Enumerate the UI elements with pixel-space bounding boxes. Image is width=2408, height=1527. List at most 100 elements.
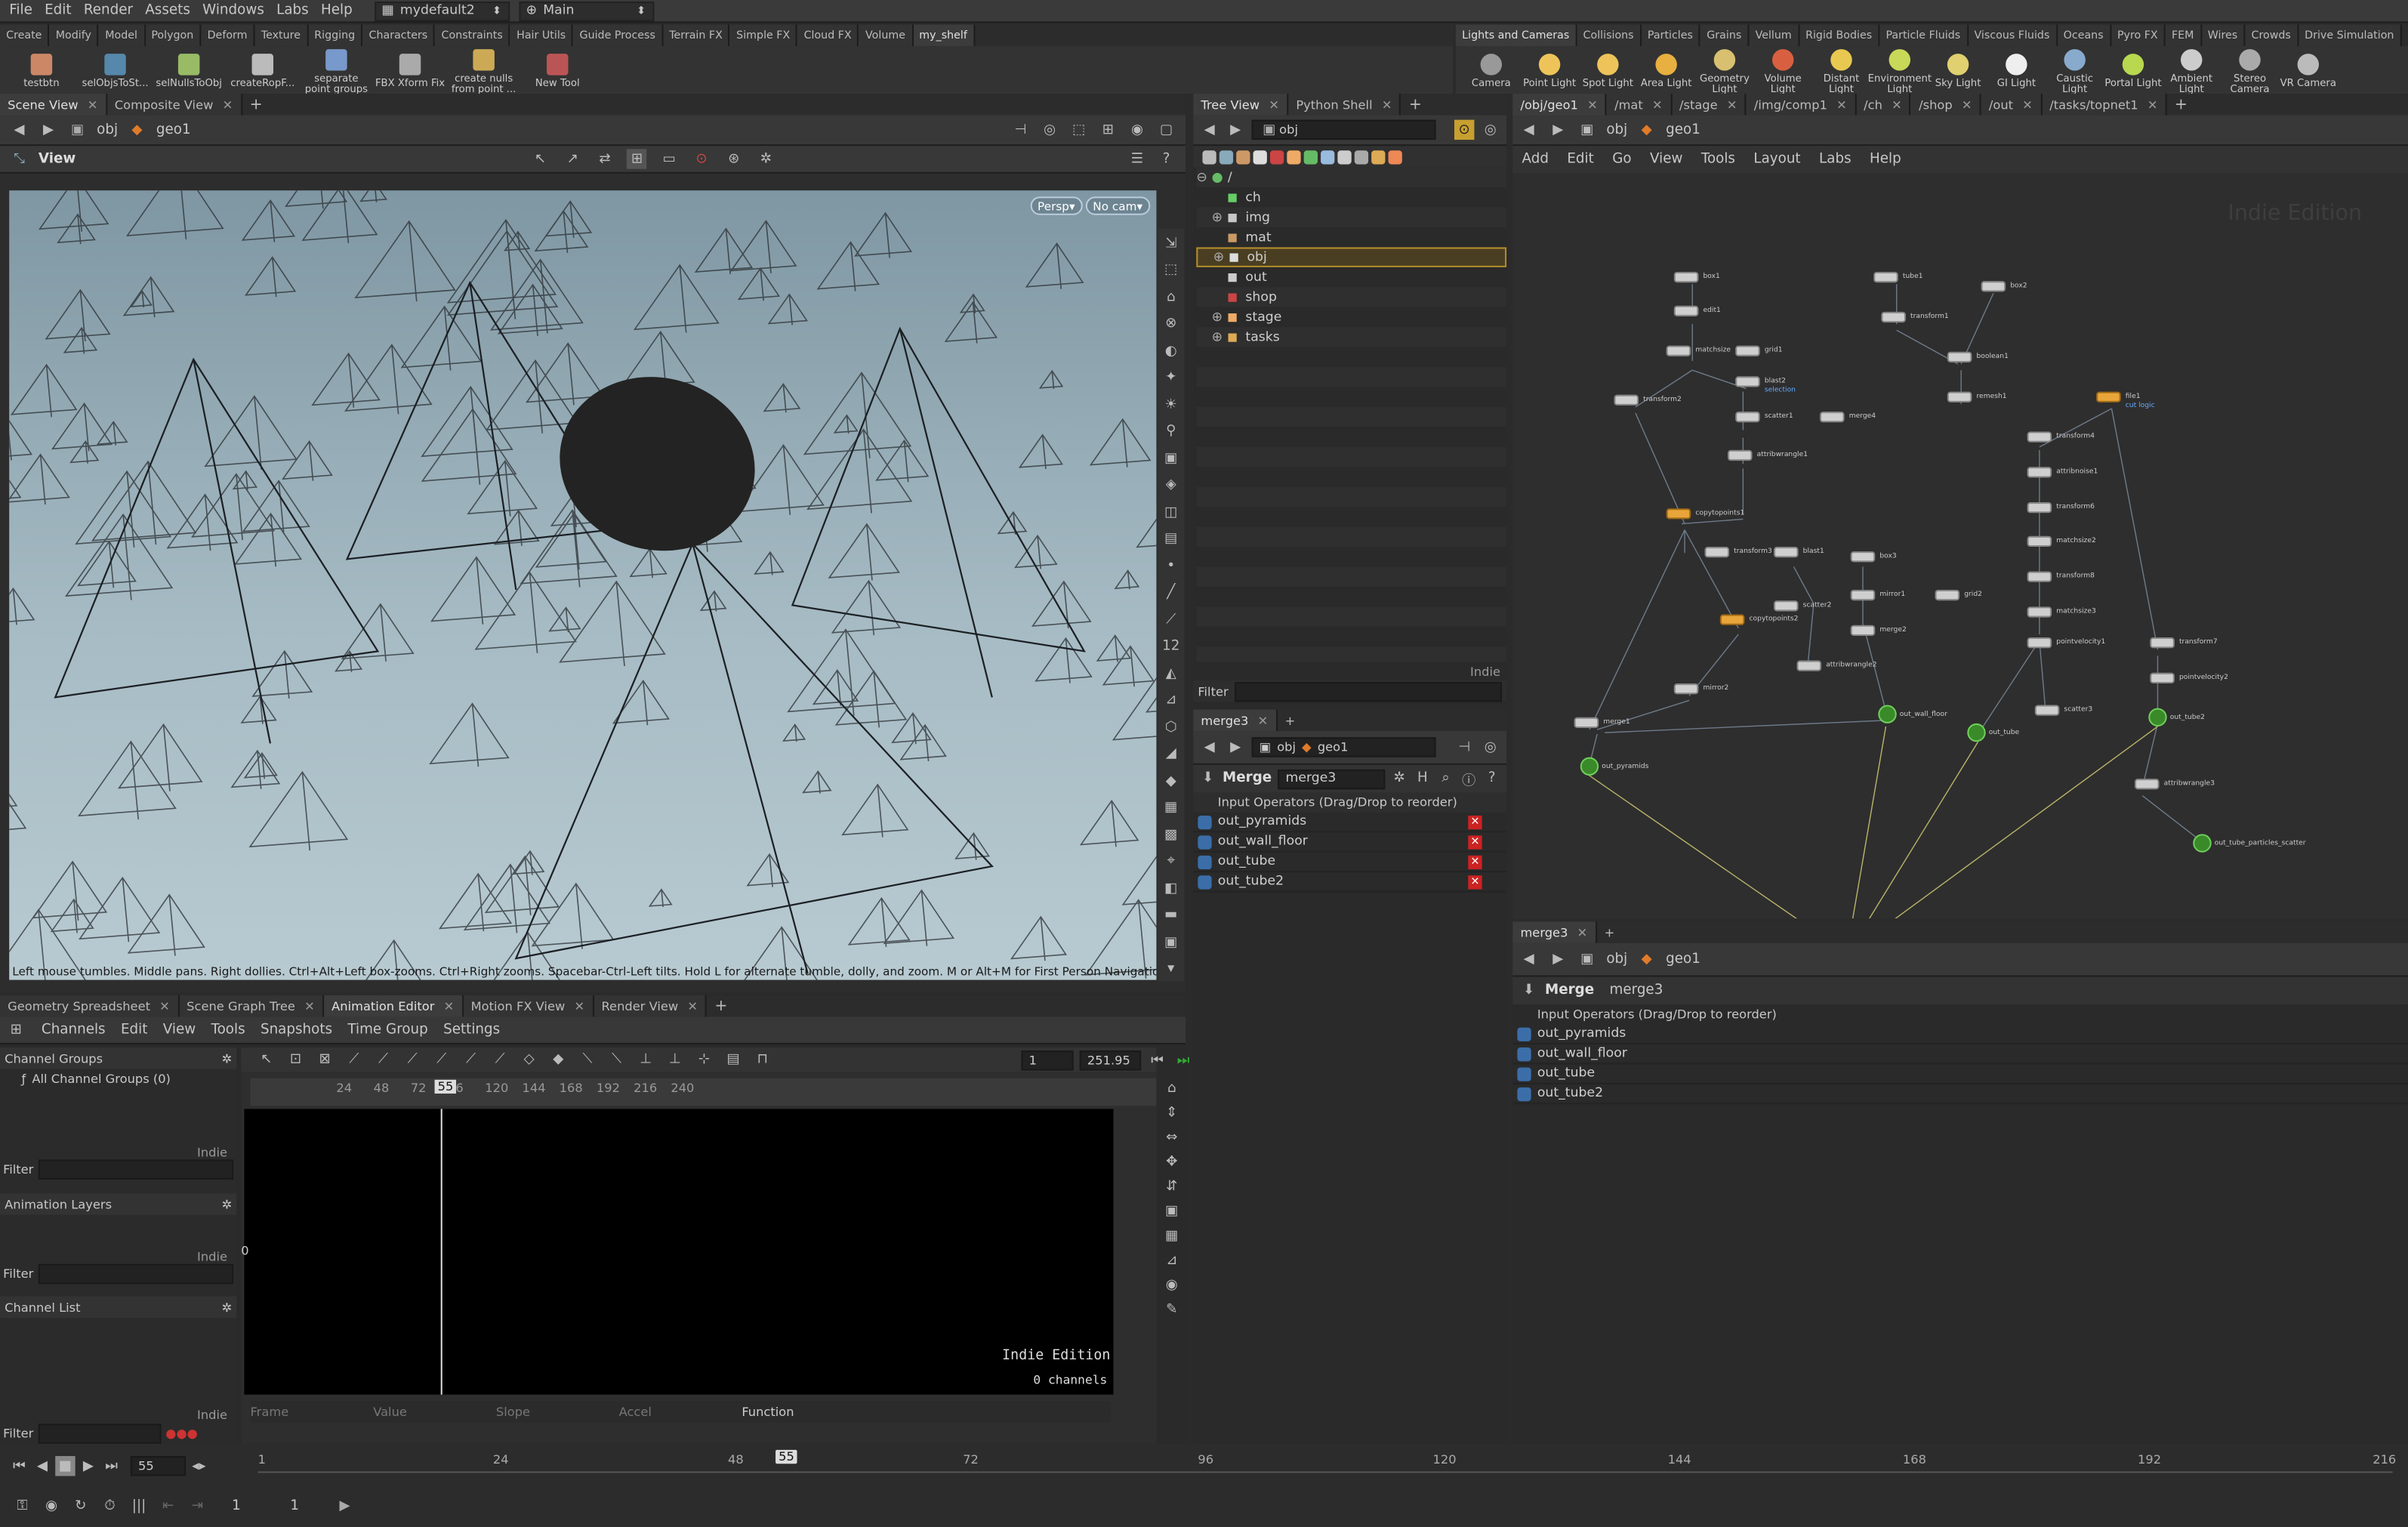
viewport-tool-icon[interactable]: ◧ [1159, 877, 1184, 901]
context-selector[interactable]: ⊕ Main ⬍ [518, 1, 654, 21]
remove-input-icon[interactable]: ✕ [1468, 854, 1482, 869]
forward-arrow-icon[interactable]: ▶ [1226, 737, 1245, 757]
viewport-tool-icon[interactable]: ╱ [1159, 581, 1184, 606]
shelf-tab-polygon[interactable]: Polygon [145, 24, 202, 47]
node-tube1[interactable] [1873, 271, 1898, 283]
shelf-tab-drive-simulation[interactable]: Drive Simulation [2298, 24, 2402, 47]
forward-arrow-icon[interactable]: ▶ [1548, 949, 1568, 969]
shelf-tool-volume-light[interactable]: Volume Light [1754, 45, 1812, 94]
frame-step-icon[interactable]: ◂▸ [189, 1456, 208, 1476]
goto-end-icon[interactable]: ⏭ [101, 1456, 121, 1476]
node-name-right[interactable]: merge3 [1610, 983, 1663, 998]
drag-handle-icon[interactable] [1198, 875, 1212, 889]
node-remesh1[interactable] [1947, 391, 1972, 403]
remove-input-icon[interactable]: ✕ [1468, 875, 1482, 889]
close-icon[interactable]: ✕ [687, 999, 698, 1013]
tree-path-field[interactable]: ▣ obj [1251, 119, 1436, 140]
graph-side-icon[interactable]: ▣ [1162, 1201, 1182, 1220]
shelf-tool-selobjstost[interactable]: selObjsToSt... [80, 51, 151, 89]
drag-handle-icon[interactable] [1517, 1066, 1531, 1081]
anim-menu-snapshots[interactable]: Snapshots [261, 1022, 332, 1037]
gear-icon[interactable]: ✲ [221, 1300, 232, 1314]
anim-menu-edit[interactable]: Edit [121, 1022, 147, 1037]
close-icon[interactable]: ✕ [1258, 714, 1269, 727]
viewport-tool-icon[interactable]: ⌂ [1159, 285, 1184, 310]
viewport-tool-icon[interactable]: 12 [1159, 635, 1184, 659]
tab-geometry-spreadsheet[interactable]: Geometry Spreadsheet ✕ [0, 995, 180, 1017]
close-icon[interactable]: ✕ [1269, 97, 1279, 111]
viewport-tool-icon[interactable]: ◭ [1159, 662, 1184, 686]
menu-labs[interactable]: Labs [276, 3, 309, 18]
search-icon[interactable]: ⌕ [1437, 769, 1454, 788]
shelf-tool-separate-point-groups[interactable]: separate point groups [301, 45, 372, 94]
shelf-tool-createropf[interactable]: createRopF... [227, 51, 298, 89]
viewport-tool-icon[interactable]: ☀ [1159, 393, 1184, 418]
camera-button[interactable]: No cam ▾ [1085, 196, 1151, 215]
viewport-icon[interactable]: ◉ [1127, 120, 1147, 140]
graph-tool-icon[interactable]: ⊡ [285, 1050, 305, 1069]
node-box3[interactable] [1850, 551, 1876, 563]
flipbook-icon[interactable]: ▭ [659, 149, 679, 168]
menu-assets[interactable]: Assets [145, 3, 190, 18]
close-icon[interactable]: ✕ [1892, 97, 1902, 111]
tree-item-out[interactable]: ◼ out [1196, 267, 1507, 288]
net-menu-view[interactable]: View [1650, 152, 1682, 167]
output-node-out-pyramids[interactable] [1580, 757, 1599, 776]
menu-windows[interactable]: Windows [202, 3, 264, 18]
shelf-tool-stereo-camera[interactable]: Stereo Camera [2221, 45, 2279, 94]
node-merge2[interactable] [1850, 625, 1876, 636]
shelf-tab-grains[interactable]: Grains [1700, 24, 1750, 47]
viewport-tool-icon[interactable]: ◐ [1159, 339, 1184, 363]
loop-icon[interactable]: ↻ [71, 1496, 91, 1516]
anim-menu-channels[interactable]: Channels [42, 1022, 106, 1037]
expand-icon[interactable]: ⊕ [1212, 329, 1227, 344]
node-edit1[interactable] [1673, 305, 1699, 316]
forward-arrow-icon[interactable]: ▶ [39, 120, 58, 140]
shelf-tool-fbx-xform-fix[interactable]: FBX Xform Fix [375, 51, 446, 89]
graph-tool-icon[interactable]: ⊠ [315, 1050, 335, 1069]
shelf-tool-selnullstoobj[interactable]: selNullsToObj [153, 51, 224, 89]
shelf-tab-particle-fluids[interactable]: Particle Fluids [1879, 24, 1969, 47]
tab-merge3[interactable]: merge3 ✕ [1193, 709, 1278, 732]
shelf-tab-wires[interactable]: Wires [2201, 24, 2246, 47]
pin-icon[interactable]: ⊣ [1454, 737, 1474, 757]
shelf-tab-rigging[interactable]: Rigging [308, 24, 363, 47]
viewport-tool-icon[interactable]: ▣ [1159, 447, 1184, 471]
merge-input-out-wall-floor[interactable]: out_wall_floor [1512, 1044, 2408, 1065]
merge-input-out-tube[interactable]: out_tube [1512, 1064, 2408, 1084]
node-scatter1[interactable] [1735, 412, 1760, 423]
drag-handle-icon[interactable] [1198, 814, 1212, 829]
viewport-tool-icon[interactable]: ⊗ [1159, 313, 1184, 337]
tree-item-ch[interactable]: ◼ ch [1196, 187, 1507, 208]
goto-start-icon[interactable]: ⏮ [1147, 1050, 1167, 1070]
node-transform3[interactable] [1704, 547, 1730, 558]
viewport-tool-icon[interactable]: ⬚ [1159, 259, 1184, 283]
node-pointvelocity1[interactable] [2027, 637, 2052, 649]
filter-toggle-icon[interactable] [1337, 150, 1352, 164]
viewport-tool-icon[interactable]: ◈ [1159, 474, 1184, 498]
node-attribwrangle2[interactable] [1796, 660, 1822, 671]
close-icon[interactable]: ✕ [1652, 97, 1663, 111]
merge-input-out-pyramids[interactable]: out_pyramids [1512, 1025, 2408, 1044]
pin-icon[interactable]: ⊙ [1454, 119, 1475, 140]
end-frame-field[interactable]: 251.95 [1079, 1050, 1142, 1071]
shelf-tab-characters[interactable]: Characters [362, 24, 436, 47]
viewport-tool-icon[interactable]: ◆ [1159, 770, 1184, 794]
frame-field[interactable]: 55 [130, 1456, 187, 1476]
next-key-icon[interactable]: ⇥ [187, 1496, 207, 1516]
expand-icon[interactable]: ⊕ [1213, 249, 1229, 264]
all-channel-groups[interactable]: ƒ All Channel Groups (0) [0, 1069, 236, 1087]
gear-icon[interactable]: ✲ [221, 1197, 232, 1211]
viewport-tool-icon[interactable]: ▦ [1159, 797, 1184, 821]
shelf-tool-sky-light[interactable]: Sky Light [1929, 51, 1987, 89]
net-path-obj[interactable]: obj [1606, 122, 1627, 137]
timeline-ruler[interactable]: 1 24 48 72 96 120 144 168 192 216 55 [257, 1449, 2396, 1484]
tree-item-stage[interactable]: ⊕ ◼ stage [1196, 307, 1507, 328]
tab-tree-view[interactable]: Tree View ✕ [1193, 94, 1289, 116]
remove-input-icon[interactable]: ✕ [1468, 834, 1482, 849]
graph-tool-icon[interactable]: ⟋ [373, 1050, 393, 1069]
snap-icon[interactable]: ⊞ [627, 149, 647, 169]
goto-end-icon[interactable]: ⏭ [1173, 1050, 1193, 1070]
node-matchsize3[interactable] [2027, 606, 2052, 618]
graph-side-icon[interactable]: ✎ [1162, 1300, 1182, 1319]
